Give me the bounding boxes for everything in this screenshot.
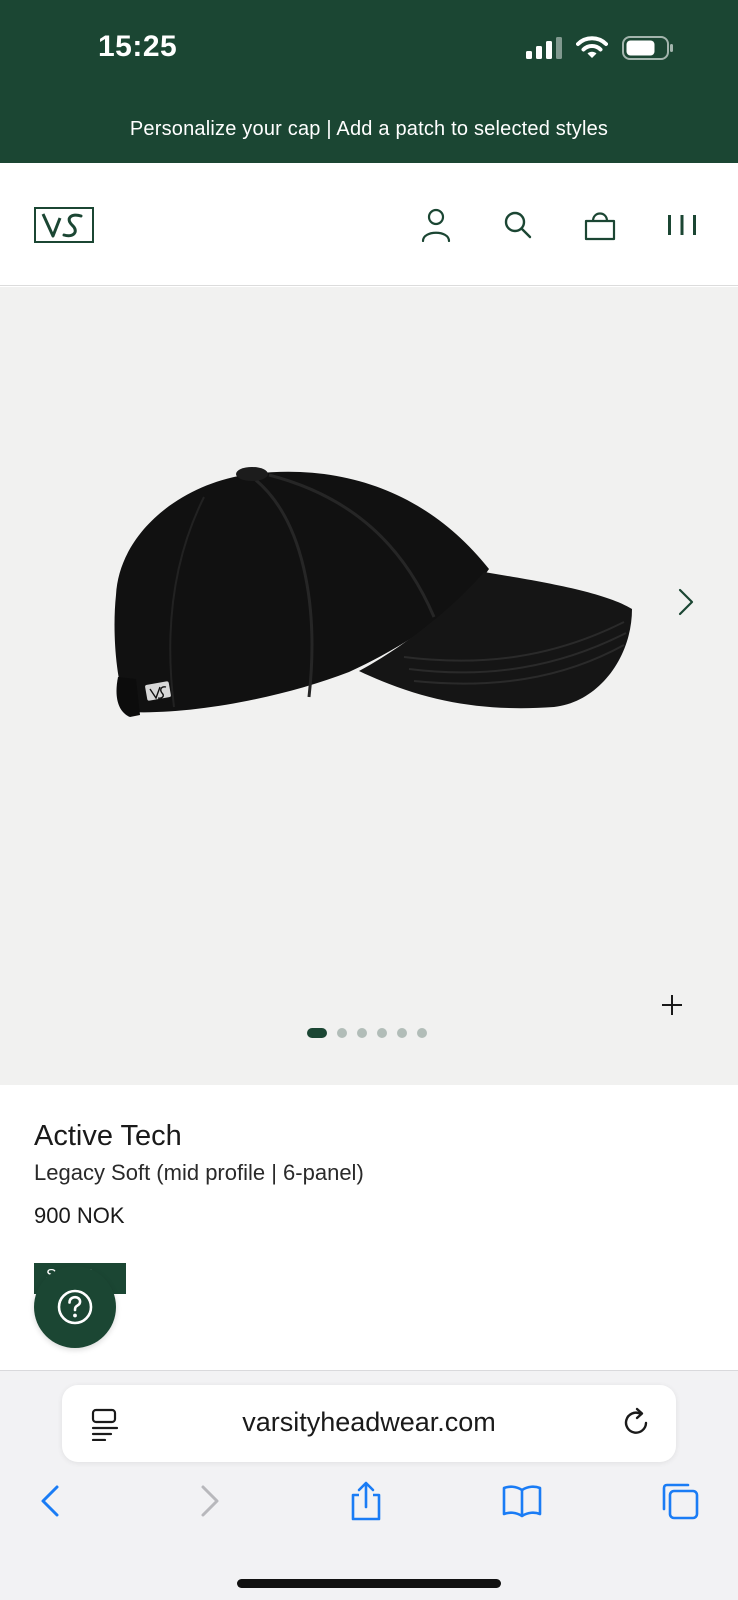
top-banner: 15:25 Personalize your cap | Add a patch… [0, 0, 738, 163]
account-icon[interactable] [418, 207, 454, 243]
gallery-dot[interactable] [397, 1028, 407, 1038]
site-header [0, 163, 738, 286]
gallery-dot[interactable] [307, 1028, 327, 1038]
product-model: Legacy Soft (mid profile | 6-panel) [34, 1160, 364, 1185]
gallery-dot[interactable] [417, 1028, 427, 1038]
plus-icon [662, 995, 682, 1015]
bookmarks-icon[interactable] [500, 1479, 544, 1523]
share-icon[interactable] [344, 1479, 388, 1523]
product-price: 900 NOK [34, 1203, 125, 1228]
browser-toolbar: varsityheadwear.com [0, 1370, 738, 1600]
help-button[interactable] [34, 1266, 116, 1348]
battery-icon [622, 36, 673, 60]
bag-icon[interactable] [582, 207, 618, 243]
status-time: 15:25 [98, 30, 178, 63]
product-title: Active Tech [34, 1120, 182, 1152]
back-icon[interactable] [28, 1479, 72, 1523]
promo-banner-text[interactable]: Personalize your cap | Add a patch to se… [0, 118, 738, 141]
home-indicator [237, 1579, 501, 1588]
search-icon[interactable] [500, 207, 536, 243]
forward-icon[interactable] [188, 1479, 232, 1523]
tabs-icon[interactable] [658, 1479, 702, 1523]
product-image-gallery[interactable] [0, 287, 738, 1085]
address-bar[interactable]: varsityheadwear.com [62, 1385, 676, 1462]
wifi-icon [576, 36, 608, 58]
brand-logo[interactable] [34, 207, 94, 243]
cellular-signal-icon [526, 37, 562, 59]
zoom-button[interactable] [654, 987, 690, 1023]
reload-icon[interactable] [618, 1405, 654, 1441]
gallery-dot[interactable] [357, 1028, 367, 1038]
gallery-pagination [307, 1028, 427, 1038]
status-icons [526, 36, 674, 60]
menu-icon[interactable] [664, 207, 700, 243]
gallery-dot[interactable] [377, 1028, 387, 1038]
next-image-button[interactable] [668, 582, 704, 622]
help-icon [57, 1289, 93, 1325]
gallery-dot[interactable] [337, 1028, 347, 1038]
url-text[interactable]: varsityheadwear.com [62, 1407, 676, 1438]
chevron-right-icon [678, 588, 694, 616]
product-image[interactable] [104, 457, 644, 737]
